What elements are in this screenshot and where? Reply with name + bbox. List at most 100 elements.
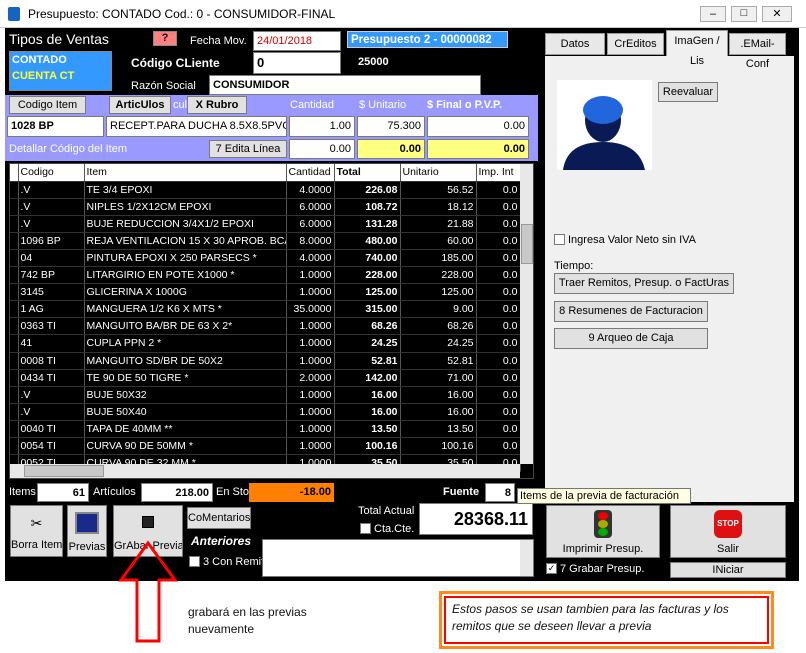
grid-header-cell[interactable]: Codigo [18,164,85,182]
table-cell: 18.12 [400,198,477,216]
reevaluar-button[interactable]: Reevaluar [658,82,718,102]
grabar-presup-checkbox[interactable]: ✓ [546,563,557,574]
con-remito-checkbox[interactable] [189,556,200,567]
fuente-input[interactable]: 8 [485,483,515,502]
table-row[interactable]: 1 AG MANGUERA 1/2 K6 X MTS * 35.0000 315.00… [10,300,521,319]
table-row[interactable]: 0040 TI TAPA DE 40MM ** 1.0000 13.50 13.50 0.… [10,420,521,439]
total-actual-value: 28368.11 [419,503,533,535]
table-cell: 0.0 [476,198,521,216]
previas-button[interactable]: Previas [67,505,107,557]
grid-header-cell[interactable]: Unitario [400,164,477,182]
table-row[interactable]: 0054 TI CURVA 90 DE 50MM * 1.0000 100.16 100… [10,437,521,456]
edita-linea-button[interactable]: 7 Edita Línea [209,140,287,158]
borra-item-button[interactable]: ✂ Borra Item [10,505,63,557]
table-row[interactable]: .V BUJE REDUCCION 3/4X1/2 EPOXI 6.0000 131.… [10,215,521,233]
window-title: Presupuesto: CONTADO Cod.: 0 - CONSUMIDO… [28,7,336,21]
table-cell: 1.0000 [286,386,335,404]
table-row[interactable]: 1096 BP REJA VENTILACION 15 X 30 APROB. B… [10,232,521,250]
tipo-venta-cuenta-ct[interactable]: CUENTA CT [10,68,111,84]
comentarios-button[interactable]: CoMentarios [187,507,251,529]
detallar-label: Detallar Código del Item [9,143,128,155]
table-cell: 0.0 [476,249,521,268]
row2-final[interactable]: 0.00 [427,139,529,159]
item-desc-input[interactable]: RECEPT.PARA DUCHA 8.5X8.5PVC( [106,116,287,137]
table-row[interactable]: 41 CUPLA PPN 2 * 1.0000 24.25 24.25 0.0 [10,334,521,353]
table-cell: 125.00 [334,283,401,302]
table-row[interactable]: 0434 TI TE 90 DE 50 TIGRE * 2.0000 142.00 71… [10,369,521,387]
iniciar-button[interactable]: INiciar [670,562,786,578]
table-cell: 0.0 [476,437,521,456]
tab-datos[interactable]: Datos [545,33,605,55]
minimize-button[interactable]: – [700,6,726,22]
unitario-input[interactable]: 75.300 [357,116,425,137]
table-row[interactable]: .V BUJE 50X32 1.0000 16.00 16.00 0.0 [10,386,521,404]
traer-remitos-button[interactable]: Traer Remitos, Presup. o FactUras [554,273,734,294]
fecha-input[interactable]: 24/01/2018 [253,31,341,51]
imprimir-presup-button[interactable]: Imprimir Presup. [546,505,660,558]
table-cell: .V [18,386,85,404]
table-cell: 0363 TI [18,317,85,336]
app-icon [8,7,20,21]
neto-checkbox[interactable] [554,234,565,245]
cta-cte-label: Cta.Cte. [374,523,415,535]
codigo-cliente-input[interactable]: 0 [253,52,341,74]
rubro-button[interactable]: X Rubro [187,96,247,114]
unitario-label: $ Unitario [359,99,407,111]
razon-social-input[interactable]: CONSUMIDOR [209,75,481,95]
row2-cantidad[interactable]: 0.00 [289,139,355,159]
salir-button[interactable]: STOP Salir [670,505,786,558]
hscroll-thumb[interactable] [24,465,104,477]
grid-header-cell[interactable]: Item [84,164,287,182]
table-cell: 56.52 [400,181,477,199]
table-row[interactable]: 0363 TI MANGUITO BA/BR DE 63 X 2* 1.0000 68… [10,317,521,336]
table-cell: 0.0 [476,283,521,302]
cantidad-input[interactable]: 1.00 [289,116,355,137]
table-row[interactable]: .V NIPLES 1/2X12CM EPOXI 6.0000 108.72 18.12… [10,198,521,216]
table-row[interactable]: .V TE 3/4 EPOXI 4.0000 226.08 56.52 0.0 [10,181,521,199]
annotation-box: Estos pasos se usan tambien para las fac… [439,591,774,649]
fuente-label: Fuente [443,486,480,498]
resumenes-button[interactable]: 8 Resumenes de Facturacion [554,301,708,322]
table-row[interactable]: .V BUJE 50X40 1.0000 16.00 16.00 0.0 [10,403,521,421]
tab-creditos[interactable]: CrEditos [607,33,664,55]
table-cell: 13.50 [400,420,477,439]
close-button[interactable]: ✕ [762,6,792,22]
fecha-label: Fecha Mov. [190,35,247,47]
row2-unitario[interactable]: 0.00 [357,139,425,159]
presupuesto-label: Presupuesto 2 - 00000082 [347,31,508,48]
table-row[interactable]: 742 BP LITARGIRIO EN POTE X1000 * 1.0000 22… [10,266,521,285]
grid-header-cell[interactable]: Cantidad [286,164,335,182]
items-table: Codigo Item Cantidad Total Unitario Imp.… [10,164,521,473]
scroll-thumb[interactable] [521,224,533,264]
articulos-button[interactable]: ArticUlos [109,96,171,114]
tab-email-conf[interactable]: .EMail-Conf [729,33,786,70]
final-input[interactable]: 0.00 [427,116,529,137]
codigo-item-button[interactable]: Codigo Item [9,96,86,114]
help-button[interactable]: ? [153,31,177,46]
table-cell: 3145 [18,283,85,302]
table-row[interactable]: 3145 GLICERINA X 1000G 1.0000 125.00 125.00 0… [10,283,521,302]
grid-vertical-scrollbar[interactable] [520,164,533,464]
tab-imagen[interactable]: ImaGen / Lis [666,30,728,67]
grid-header-cell[interactable]: Imp. Int [476,164,521,182]
items-grid[interactable]: Codigo Item Cantidad Total Unitario Imp.… [9,163,534,479]
table-row[interactable]: 04 PINTURA EPOXI X 250 PARSECS * 4.0000 740… [10,249,521,268]
tipo-venta-contado[interactable]: CONTADO [10,52,111,68]
table-cell: 8.0000 [286,232,335,250]
table-cell: 0.0 [476,266,521,285]
person-icon [563,96,645,170]
table-row[interactable]: 0008 TI MANGUITO SD/BR DE 50X2 1.0000 52.81… [10,352,521,370]
item-code-input[interactable]: 1028 BP [7,116,104,137]
comentarios-textarea[interactable] [262,539,534,577]
textarea-scrollbar[interactable] [520,540,533,576]
cta-cte-checkbox[interactable] [360,523,371,534]
grid-header-row: Codigo Item Cantidad Total Unitario Imp.… [10,164,521,182]
table-cell: 0.0 [476,334,521,353]
arqueo-caja-button[interactable]: 9 Arqueo de Caja [554,328,708,349]
tipos-ventas-list[interactable]: CONTADO CUENTA CT [9,51,112,91]
maximize-button[interactable]: □ [731,6,757,22]
grid-horizontal-scrollbar[interactable] [10,464,520,478]
grid-header-cell[interactable]: Total [334,164,401,182]
title-bar: Presupuesto: CONTADO Cod.: 0 - CONSUMIDO… [0,0,806,28]
tiempo-label: Tiempo: [554,260,594,272]
